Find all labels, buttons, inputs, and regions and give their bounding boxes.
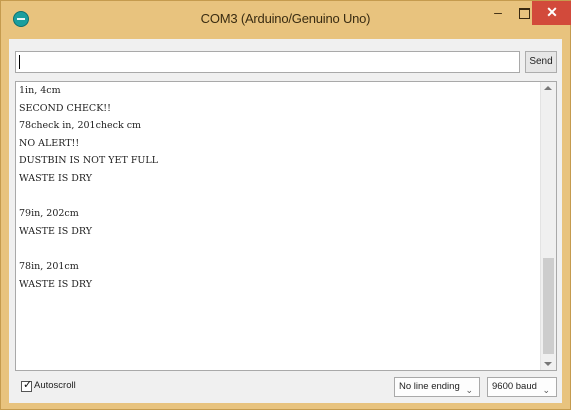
scroll-up-icon[interactable] [544, 86, 552, 90]
scroll-down-icon[interactable] [544, 362, 552, 366]
serial-input[interactable] [15, 51, 520, 73]
output-line: WASTE IS DRY [19, 225, 92, 237]
output-line: 1in, 4cm [19, 85, 61, 96]
output-line: NO ALERT!! [19, 137, 80, 149]
close-icon: ✕ [546, 4, 558, 20]
close-button[interactable]: ✕ [532, 1, 571, 25]
output-line: WASTE IS DRY [19, 278, 92, 290]
autoscroll-checkbox[interactable]: ✓ [21, 379, 33, 392]
autoscroll-label[interactable]: Autoscroll [34, 380, 76, 391]
minimize-icon: – [494, 4, 502, 20]
scroll-thumb[interactable] [543, 258, 554, 354]
send-button[interactable]: Send [525, 51, 557, 73]
output-line: 78check in, 201check cm [19, 120, 142, 132]
output-line: WASTE IS DRY [19, 172, 92, 184]
vertical-scrollbar[interactable] [540, 82, 556, 370]
baud-rate-value: 9600 baud [492, 381, 537, 392]
chevron-down-icon: ⌄ [465, 385, 473, 395]
baud-rate-select[interactable]: 9600 baud ⌄ [487, 377, 557, 397]
output-line: DUSTBIN IS NOT YET FULL [19, 155, 159, 167]
serial-output[interactable]: 1in, 4cm SECOND CHECK!! 78check in, 201che… [15, 81, 557, 371]
title-bar[interactable]: COM3 (Arduino/Genuino Uno) – ✕ [1, 1, 571, 39]
serial-monitor-window: COM3 (Arduino/Genuino Uno) – ✕ Send 1in,… [0, 0, 571, 410]
output-line: 79in, 202cm [19, 208, 79, 220]
serial-monitor-body: Send 1in, 4cm SECOND CHECK!! 78check in, 2… [9, 39, 562, 403]
output-lines: 1in, 4cm SECOND CHECK!! 78check in, 201che… [19, 82, 538, 293]
chevron-down-icon: ⌄ [542, 385, 550, 395]
line-ending-select[interactable]: No line ending ⌄ [394, 377, 480, 397]
line-ending-value: No line ending [399, 381, 460, 392]
output-line: SECOND CHECK!! [19, 102, 111, 114]
maximize-icon [518, 7, 530, 19]
output-line: 78in, 201cm [19, 260, 79, 272]
status-bar: ✓ Autoscroll No line ending ⌄ 9600 baud … [9, 373, 562, 403]
text-caret [19, 55, 20, 69]
checkmark-icon: ✓ [23, 379, 33, 391]
